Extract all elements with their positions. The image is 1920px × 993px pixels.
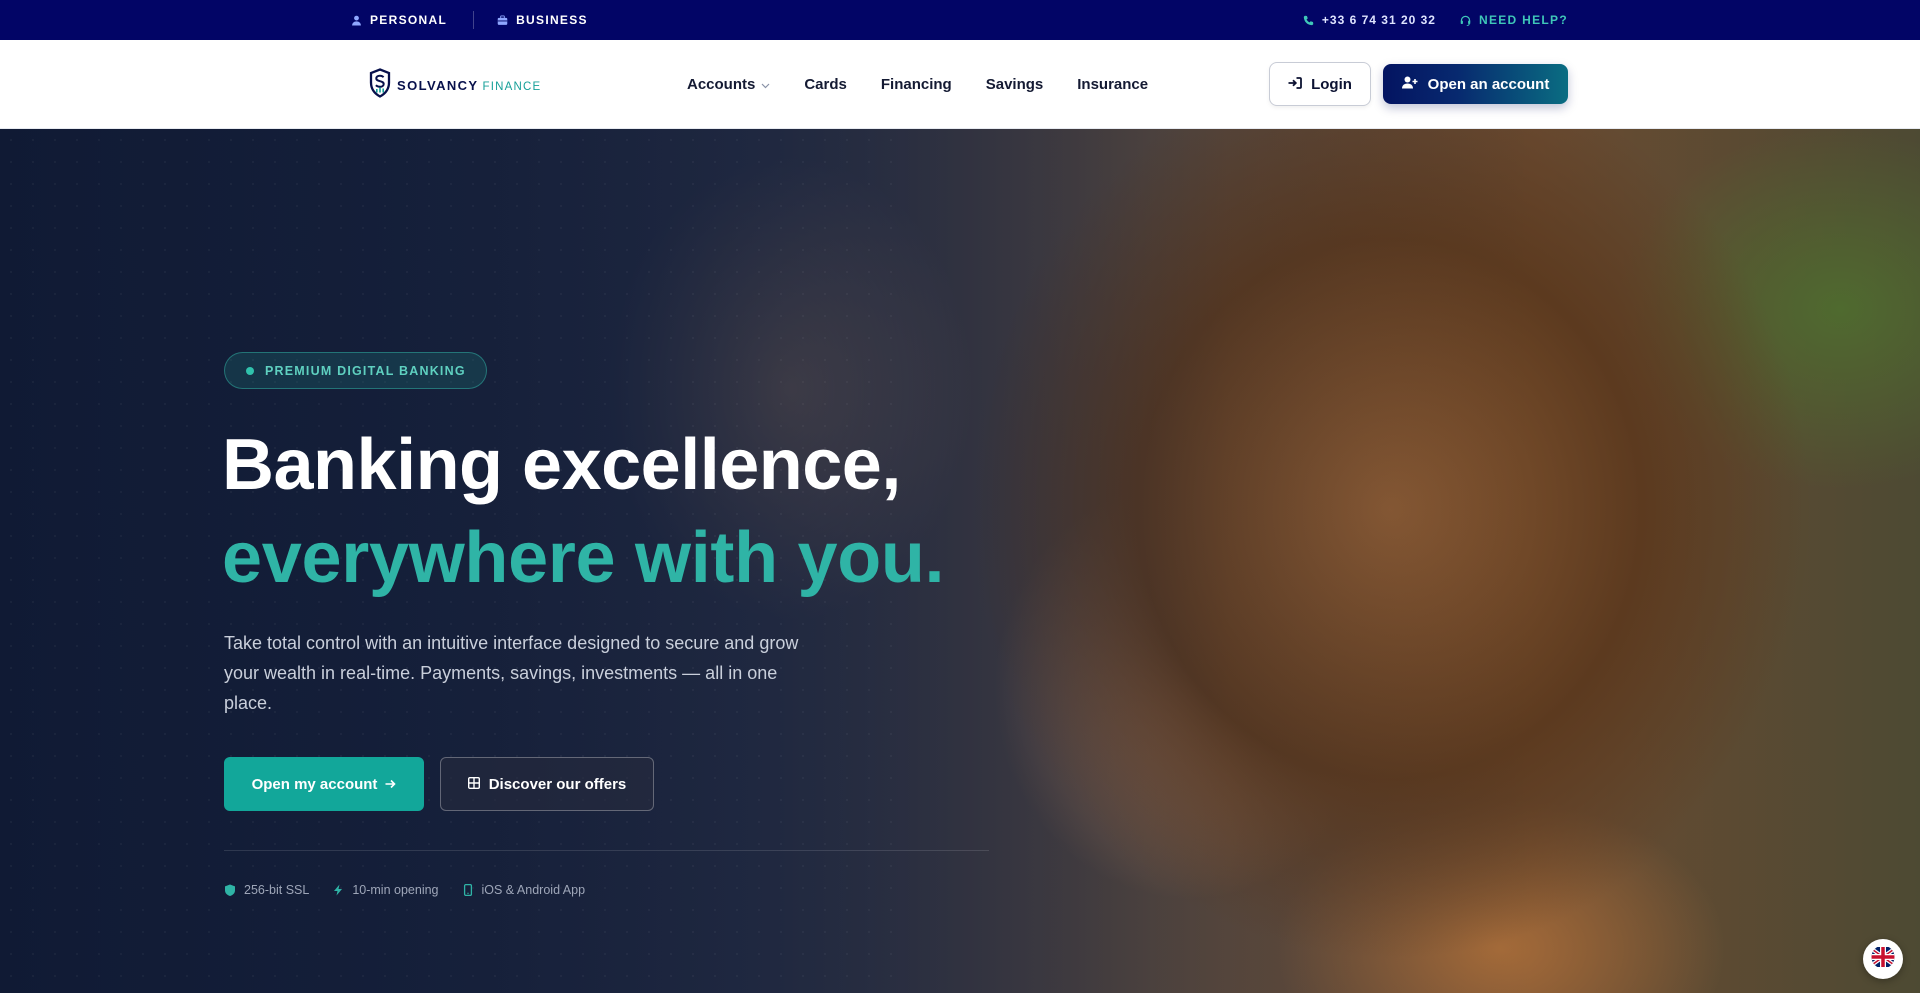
- menu-item-savings[interactable]: Savings: [986, 76, 1044, 93]
- main-navbar: SOLVANCY FINANCE Accounts Cards Financing…: [0, 40, 1920, 129]
- need-help-link[interactable]: NEED HELP?: [1460, 13, 1568, 27]
- language-switcher[interactable]: [1863, 939, 1903, 979]
- mobile-icon: [462, 884, 474, 896]
- open-account-button[interactable]: Open an account: [1383, 64, 1568, 104]
- headset-icon: [1460, 15, 1471, 26]
- hero-badge: PREMIUM DIGITAL BANKING: [224, 352, 487, 389]
- login-label: Login: [1311, 75, 1352, 93]
- user-icon: [351, 15, 362, 26]
- hero-title-line-1: Banking excellence,: [222, 425, 901, 505]
- discover-offers-button[interactable]: Discover our offers: [440, 757, 654, 811]
- sign-in-icon: [1288, 76, 1302, 93]
- shield-icon: [224, 884, 236, 896]
- phone-number: +33 6 74 31 20 32: [1321, 13, 1436, 27]
- grid-icon: [467, 776, 480, 793]
- personal-link[interactable]: PERSONAL: [351, 13, 447, 27]
- topbar-separator: [473, 11, 475, 29]
- logo-primary: SOLVANCY: [397, 78, 479, 93]
- open-my-account-label: Open my account: [251, 775, 378, 793]
- uk-flag-icon: [1871, 945, 1895, 974]
- logo-secondary: FINANCE: [482, 81, 542, 93]
- feature-ssl: 256-bit SSL: [224, 883, 309, 897]
- phone-icon: [1303, 15, 1314, 26]
- logo-text: SOLVANCY FINANCE: [397, 78, 541, 93]
- chevron-down-icon: [761, 81, 770, 91]
- open-my-account-button[interactable]: Open my account: [224, 757, 424, 811]
- shield-logo-icon: [369, 68, 391, 103]
- business-label: BUSINESS: [516, 13, 588, 27]
- logo[interactable]: SOLVANCY FINANCE: [369, 68, 541, 103]
- briefcase-icon: [497, 14, 508, 26]
- feature-label: 10-min opening: [352, 883, 439, 897]
- menu-item-accounts[interactable]: Accounts: [687, 76, 770, 93]
- discover-offers-label: Discover our offers: [488, 775, 627, 793]
- menu-item-insurance[interactable]: Insurance: [1077, 76, 1148, 93]
- hero-description: Take total control with an intuitive int…: [224, 633, 799, 713]
- primary-menu: Accounts Cards Financing Savings Insuran…: [687, 40, 1148, 129]
- menu-item-cards[interactable]: Cards: [804, 76, 847, 93]
- arrow-right-icon: [385, 776, 397, 793]
- hero-title-line-2: everywhere with you.: [222, 518, 945, 598]
- badge-label: PREMIUM DIGITAL BANKING: [265, 363, 466, 378]
- feature-opening: 10-min opening: [332, 883, 439, 897]
- feature-app: iOS & Android App: [462, 883, 586, 897]
- hero-divider: [224, 850, 989, 851]
- hero-section: PREMIUM DIGITAL BANKING Banking excellen…: [0, 129, 1920, 993]
- personal-label: PERSONAL: [370, 13, 448, 27]
- business-link[interactable]: BUSINESS: [497, 13, 588, 27]
- need-help-label: NEED HELP?: [1478, 13, 1568, 27]
- menu-item-label: Accounts: [687, 76, 756, 93]
- top-bar: PERSONAL BUSINESS +33 6 74 31 20 32 NEED…: [0, 0, 1920, 40]
- bolt-icon: [332, 884, 344, 896]
- menu-item-financing[interactable]: Financing: [881, 76, 952, 93]
- badge-dot: [246, 366, 254, 375]
- user-plus-icon: [1401, 76, 1418, 93]
- feature-label: 256-bit SSL: [244, 883, 310, 897]
- login-button[interactable]: Login: [1269, 62, 1371, 106]
- open-account-label: Open an account: [1427, 75, 1550, 93]
- feature-label: iOS & Android App: [481, 883, 586, 897]
- trust-features: 256-bit SSL 10-min opening iOS & Android…: [224, 883, 585, 897]
- phone-link[interactable]: +33 6 74 31 20 32: [1303, 13, 1436, 27]
